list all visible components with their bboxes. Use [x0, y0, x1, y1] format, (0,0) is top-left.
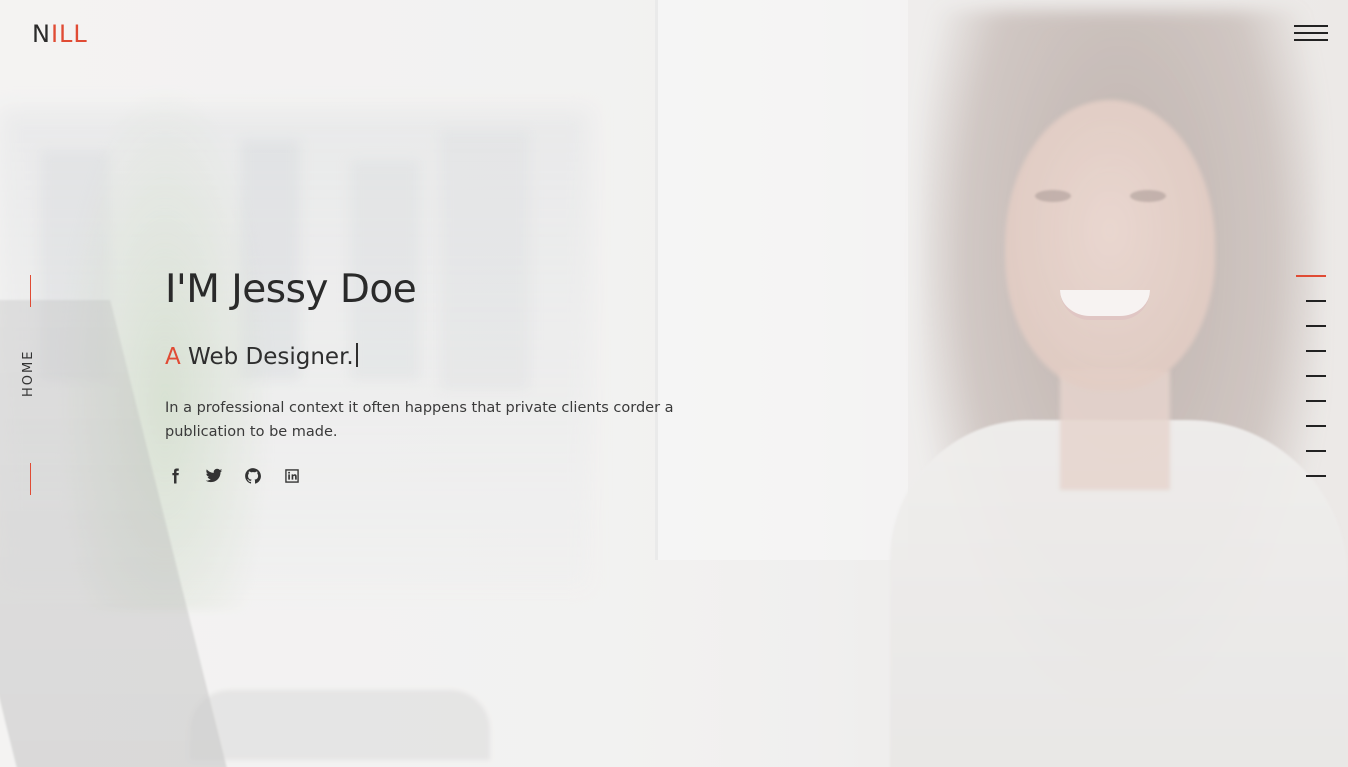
page-nav-dash[interactable]: [1306, 300, 1326, 302]
background-whiteboard: [655, 0, 908, 560]
hero-section: I'M Jessy Doe A Web Designer. In a profe…: [165, 264, 685, 486]
hamburger-icon-bar: [1294, 32, 1328, 34]
typing-cursor: [355, 343, 358, 367]
site-logo[interactable]: NILL: [32, 20, 88, 48]
page-nav-dash[interactable]: [1306, 400, 1326, 402]
github-link[interactable]: [243, 466, 263, 486]
hero-title: I'M Jessy Doe: [165, 267, 417, 312]
background-person-shirt: [890, 420, 1348, 767]
background-person-eye: [1035, 190, 1071, 202]
page-nav-dash[interactable]: [1306, 325, 1326, 327]
github-icon: [245, 468, 261, 484]
hamburger-icon-bar: [1294, 39, 1328, 41]
background-desk-phone: [190, 690, 490, 760]
twitter-link[interactable]: [204, 466, 224, 486]
page-nav-dash[interactable]: [1306, 425, 1326, 427]
background-person-hair: [920, 10, 1320, 710]
logo-text-prefix: N: [32, 20, 51, 48]
linkedin-link[interactable]: [282, 466, 302, 486]
section-indicator-line: [30, 463, 31, 495]
section-label: HOME: [21, 349, 36, 397]
page-nav-dash[interactable]: [1306, 350, 1326, 352]
page-nav-dash[interactable]: [1306, 375, 1326, 377]
hamburger-menu-button[interactable]: [1294, 22, 1330, 44]
hero-description: In a professional context it often happe…: [165, 400, 674, 440]
hero-subtitle-text: Web Designer.: [188, 344, 354, 370]
background-person-neck: [1060, 370, 1170, 490]
logo-text-accent: ILL: [50, 20, 88, 48]
home-page: NILL HOME I'M Jessy Doe A Web Designer. …: [0, 0, 1348, 767]
twitter-icon: [205, 468, 223, 483]
facebook-icon: [172, 468, 179, 484]
hamburger-icon-bar: [1294, 25, 1328, 27]
linkedin-icon: [285, 469, 299, 483]
background-person-face: [1005, 100, 1215, 390]
facebook-link[interactable]: [165, 466, 185, 486]
hero-subtitle-accent: A: [165, 344, 181, 370]
section-indicator-line: [30, 275, 31, 307]
social-links: [165, 466, 685, 486]
background-person-smile: [1060, 290, 1150, 320]
hero-subtitle: A Web Designer.: [165, 340, 685, 374]
page-nav-dash-active[interactable]: [1296, 275, 1326, 277]
background-person-eye: [1130, 190, 1166, 202]
page-nav-dash[interactable]: [1306, 450, 1326, 452]
background-building: [40, 150, 110, 380]
page-nav-dash[interactable]: [1306, 475, 1326, 477]
